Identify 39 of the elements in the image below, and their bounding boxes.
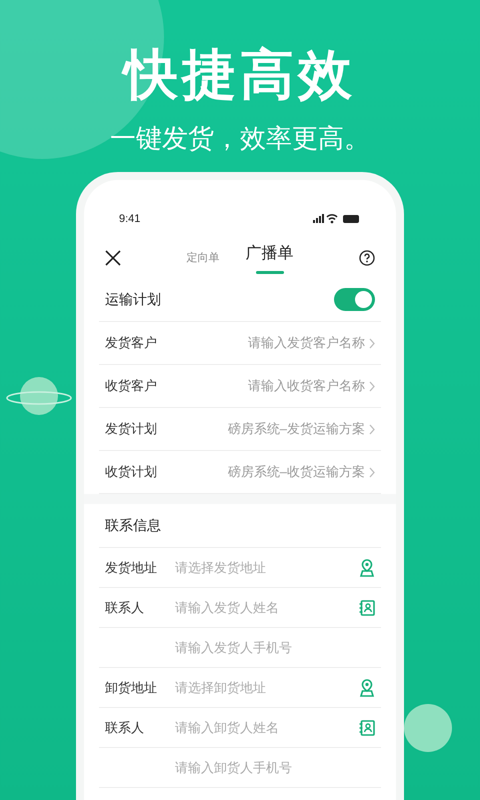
row-label: 联系人 [105, 598, 145, 617]
location-pin-icon[interactable] [359, 558, 375, 576]
row-label: 收货计划 [105, 463, 157, 482]
planet-drawing [6, 376, 72, 416]
tab[interactable]: 定向单 [186, 250, 220, 274]
select-field[interactable]: 磅房系统–发货运输方案 [228, 419, 375, 439]
input-field[interactable]: 请选择发货地址 [175, 558, 359, 578]
row-label: 卸货地址 [105, 678, 158, 697]
chevron-icon [369, 466, 375, 478]
row-label: 联系人 [105, 718, 145, 737]
section-title: 联系信息 [105, 516, 161, 535]
status-time: 9:41 [119, 212, 140, 227]
help-icon[interactable] [359, 250, 375, 266]
chevron-icon [369, 380, 375, 392]
input-field[interactable]: 请输入卸货人姓名 [175, 718, 359, 738]
select-field[interactable]: 请输入收货客户名称 [248, 376, 375, 396]
location-pin-icon[interactable] [359, 678, 375, 696]
input-field[interactable]: 请选择卸货地址 [175, 678, 359, 698]
input-field[interactable]: 请输入发货人手机号 [175, 638, 375, 658]
chevron-icon [369, 338, 375, 348]
status-icons [313, 214, 361, 224]
row-label: 发货地址 [105, 558, 158, 577]
transport-plan-label: 运输计划 [105, 290, 161, 309]
row-label: 发货客户 [105, 334, 157, 352]
close-icon[interactable] [105, 250, 121, 266]
contact-card-icon[interactable] [359, 720, 375, 736]
toggle-switch[interactable] [334, 288, 375, 311]
chevron-icon [369, 424, 375, 434]
select-field[interactable]: 磅房系统–收货运输方案 [228, 462, 375, 482]
row-label: 收货客户 [105, 377, 157, 396]
sphere-drawing [404, 704, 452, 752]
input-field[interactable]: 请输入卸货人手机号 [175, 758, 375, 778]
input-field[interactable]: 请输入发货人姓名 [175, 598, 359, 618]
tab[interactable]: 广播单 [246, 242, 294, 274]
subtitle: 一键发货，效率更高。 [110, 122, 370, 155]
row-label: 发货计划 [105, 420, 157, 438]
select-field[interactable]: 请输入发货客户名称 [248, 333, 375, 353]
headline: 快捷高效 [124, 42, 356, 108]
contact-card-icon[interactable] [359, 600, 375, 616]
